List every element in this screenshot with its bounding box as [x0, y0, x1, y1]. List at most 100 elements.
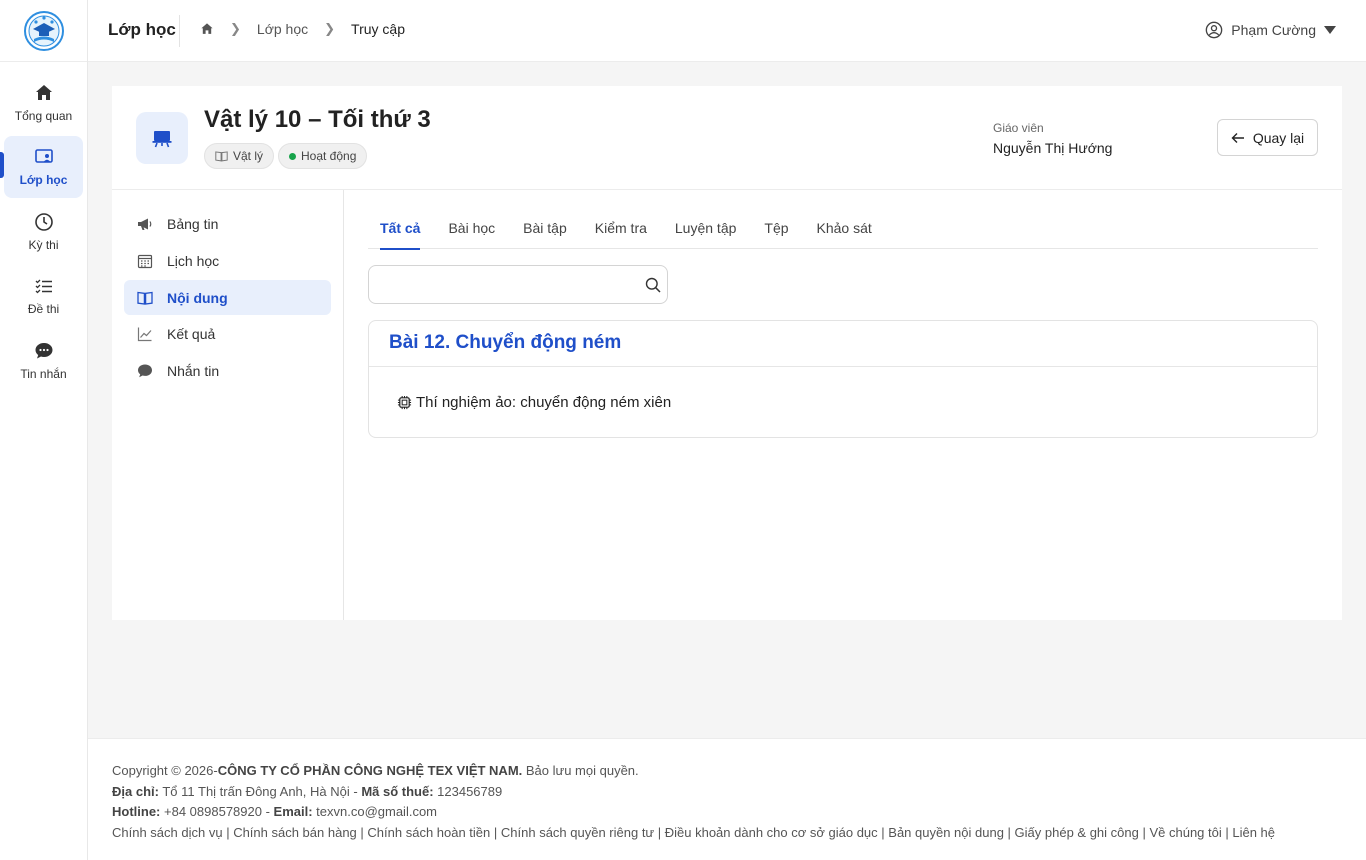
- chip-icon: [397, 395, 412, 410]
- side-item-label: Nhắn tin: [167, 362, 220, 379]
- rail-item-overview[interactable]: Tổng quan: [4, 72, 83, 134]
- left-rail: Tổng quan Lớp học Kỳ thi Đề thi Tin nhắn: [0, 0, 88, 860]
- megaphone-icon: [138, 218, 152, 230]
- footer-link[interactable]: Chính sách bán hàng: [233, 825, 357, 840]
- teacher-name: Nguyễn Thị Hướng: [993, 140, 1113, 156]
- footer-link[interactable]: Chính sách dịch vụ: [112, 825, 223, 840]
- class-avatar: [136, 112, 188, 164]
- tax-label: Mã số thuế:: [361, 783, 434, 799]
- footer: Copyright © 2026-CÔNG TY CỔ PHẦN CÔNG NG…: [88, 738, 1366, 860]
- status-dot: [289, 152, 296, 160]
- side-item-results[interactable]: Kết quả: [124, 316, 331, 351]
- teacher-label: Giáo viên: [993, 121, 1044, 135]
- content-panel: Tất cả Bài học Bài tập Kiểm tra Luyện tậ…: [344, 190, 1342, 620]
- breadcrumb: ❯ Lớp học ❯ Truy cập: [200, 21, 405, 37]
- footer-link[interactable]: Giấy phép & ghi công: [1015, 825, 1139, 840]
- rail-item-messages[interactable]: Tin nhắn: [4, 330, 83, 392]
- rail-item-label: Đề thi: [27, 302, 60, 316]
- rail-item-exams[interactable]: Kỳ thi: [4, 201, 83, 263]
- address-label: Địa chỉ:: [112, 783, 159, 799]
- search-box: [368, 265, 668, 304]
- book-icon: [215, 151, 228, 162]
- footer-link[interactable]: Bản quyền nội dung: [888, 825, 1004, 840]
- subject-chip-label: Vật lý: [233, 149, 264, 163]
- search-icon[interactable]: [645, 277, 661, 293]
- address-text: Tổ 11 Thị trấn Đông Anh, Hà Nội -: [158, 783, 362, 799]
- footer-link[interactable]: Chính sách quyền riêng tư: [501, 825, 654, 840]
- status-badge-label: Hoạt động: [301, 149, 357, 163]
- user-name: Phạm Cường: [1231, 22, 1316, 38]
- calendar-icon: [137, 254, 153, 268]
- tab-tests[interactable]: Kiểm tra: [581, 210, 661, 249]
- side-item-label: Lịch học: [167, 252, 220, 269]
- breadcrumb-item-classes[interactable]: Lớp học: [257, 21, 308, 37]
- chat-icon: [138, 364, 152, 377]
- tab-all[interactable]: Tất cả: [368, 210, 434, 250]
- tab-files[interactable]: Tệp: [750, 210, 802, 249]
- clock-icon: [34, 213, 53, 231]
- side-item-label: Nội dung: [167, 289, 228, 306]
- back-button-label: Quay lại: [1252, 129, 1305, 146]
- email-text[interactable]: texvn.co@gmail.com: [313, 804, 437, 819]
- status-badge: Hoạt động: [278, 143, 368, 169]
- user-avatar-icon: [1205, 21, 1223, 39]
- side-item-schedule[interactable]: Lịch học: [124, 243, 331, 278]
- footer-link[interactable]: Về chúng tôi: [1149, 825, 1221, 840]
- lesson-card: Bài 12. Chuyển động ném Thí nghiệm ảo: c…: [368, 320, 1318, 438]
- rail-item-tests[interactable]: Đề thi: [4, 265, 83, 327]
- breadcrumb-item-current: Truy cập: [351, 21, 405, 37]
- rail-item-label: Lớp học: [19, 173, 68, 187]
- hotline-text: +84 0898578920 -: [160, 804, 274, 819]
- content-tabs: Tất cả Bài học Bài tập Kiểm tra Luyện tậ…: [368, 210, 1318, 250]
- back-button[interactable]: Quay lại: [1217, 119, 1318, 156]
- side-item-newsfeed[interactable]: Bảng tin: [124, 206, 331, 241]
- chevron-right-icon: ❯: [230, 21, 241, 36]
- rail-item-classes[interactable]: Lớp học: [4, 136, 83, 198]
- logo-icon: [23, 10, 64, 51]
- logo[interactable]: [0, 0, 87, 62]
- footer-links: Chính sách dịch vụ | Chính sách bán hàng…: [112, 824, 1276, 840]
- rights-text: Bảo lưu mọi quyền.: [522, 763, 639, 778]
- tab-practice[interactable]: Luyện tập: [661, 210, 751, 249]
- home-icon: [35, 85, 52, 100]
- book-icon: [137, 291, 153, 305]
- copyright-text: Copyright © 2026-: [112, 763, 218, 778]
- user-menu[interactable]: Phạm Cường: [1205, 21, 1336, 39]
- lesson-item[interactable]: Thí nghiệm ảo: chuyển động ném xiên: [369, 367, 1317, 411]
- tab-assignments[interactable]: Bài tập: [509, 210, 581, 249]
- tax-text: 123456789: [433, 783, 503, 799]
- class-side-menu: Bảng tin Lịch học Nội dung Kết quả Nhắn …: [112, 190, 344, 620]
- rail-item-label: Kỳ thi: [28, 238, 59, 252]
- tab-lessons[interactable]: Bài học: [434, 210, 509, 249]
- footer-link[interactable]: Chính sách hoàn tiền: [367, 825, 490, 840]
- search-input[interactable]: [369, 266, 629, 303]
- side-item-messages[interactable]: Nhắn tin: [124, 353, 331, 388]
- footer-link[interactable]: Điều khoản dành cho cơ sở giáo dục: [665, 825, 878, 840]
- caret-down-icon: [1324, 26, 1336, 34]
- home-icon[interactable]: [200, 22, 214, 36]
- side-item-label: Kết quả: [167, 325, 216, 342]
- lesson-item-label: Thí nghiệm ảo: chuyển động ném xiên: [416, 394, 672, 411]
- side-item-label: Bảng tin: [167, 215, 219, 232]
- arrow-left-icon: [1231, 132, 1244, 143]
- top-bar: Lớp học ❯ Lớp học ❯ Truy cập Phạm Cường: [88, 0, 1366, 62]
- chat-icon: [35, 343, 52, 359]
- rail-item-label: Tổng quan: [14, 109, 73, 123]
- rail-item-label: Tin nhắn: [20, 367, 67, 381]
- subject-chip: Vật lý: [204, 143, 275, 169]
- footer-link[interactable]: Liên hệ: [1232, 825, 1275, 840]
- page-title: Lớp học: [108, 20, 176, 39]
- classroom-icon: [34, 149, 53, 163]
- email-label: Email:: [273, 804, 313, 819]
- class-title: Vật lý 10 – Tối thứ 3: [204, 106, 431, 133]
- tab-surveys[interactable]: Khảo sát: [803, 210, 886, 249]
- side-item-content[interactable]: Nội dung: [124, 280, 331, 315]
- hotline-label: Hotline:: [112, 804, 161, 819]
- header-divider: [179, 15, 180, 47]
- class-header: Vật lý 10 – Tối thứ 3 Vật lý Hoạt động G…: [112, 86, 1342, 190]
- lesson-title[interactable]: Bài 12. Chuyển động ném: [369, 321, 1317, 367]
- footer-address: Địa chỉ: Tổ 11 Thị trấn Đông Anh, Hà Nội…: [112, 782, 1342, 803]
- checklist-icon: [35, 279, 52, 294]
- footer-contact: Hotline: +84 0898578920 - Email: texvn.c…: [112, 802, 1342, 823]
- chevron-right-icon: ❯: [324, 21, 336, 36]
